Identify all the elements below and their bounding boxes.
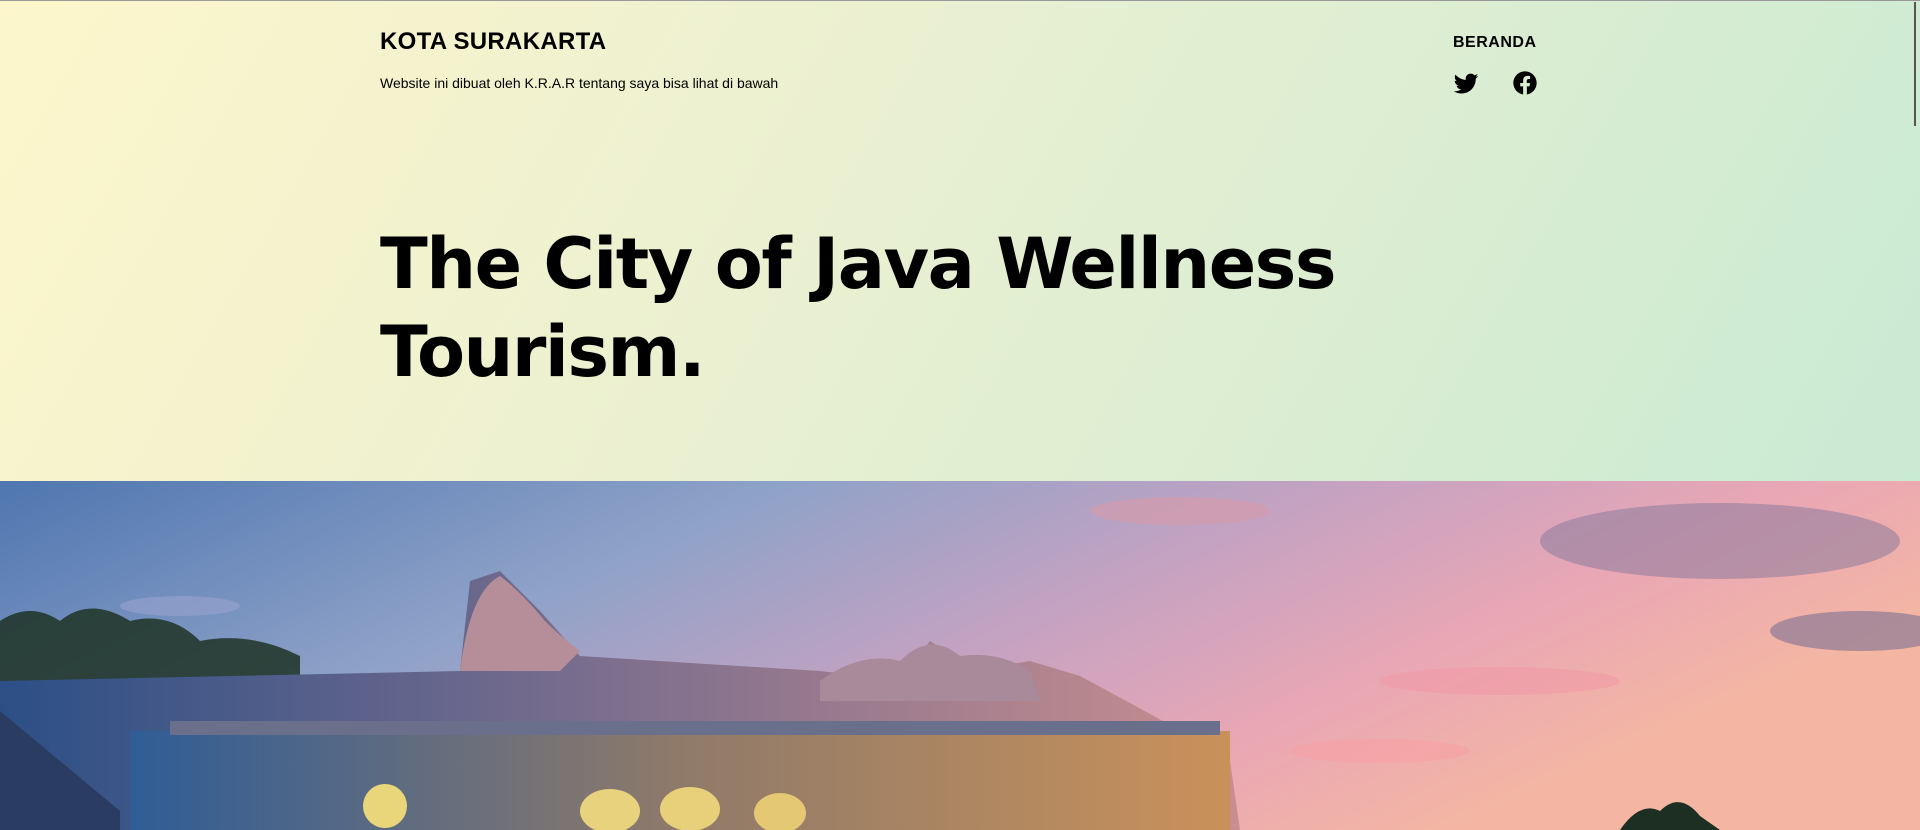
palace-roof-sunset-photo — [0, 481, 1920, 830]
facebook-icon — [1511, 69, 1539, 97]
site-tagline: Website ini dibuat oleh K.R.A.R tentang … — [380, 75, 779, 91]
facebook-link[interactable] — [1511, 69, 1539, 97]
hero-header-section: KOTA SURAKARTA Website ini dibuat oleh K… — [0, 0, 1920, 481]
scrollbar[interactable] — [1914, 2, 1916, 126]
twitter-link[interactable] — [1452, 69, 1480, 97]
top-border — [0, 0, 1920, 1]
cover-image — [0, 481, 1920, 830]
hero-headline: The City of Java Wellness Tourism. — [380, 223, 1337, 393]
twitter-icon — [1452, 69, 1480, 97]
nav-item-beranda[interactable]: BERANDA — [1453, 34, 1537, 52]
site-title[interactable]: KOTA SURAKARTA — [380, 28, 606, 56]
